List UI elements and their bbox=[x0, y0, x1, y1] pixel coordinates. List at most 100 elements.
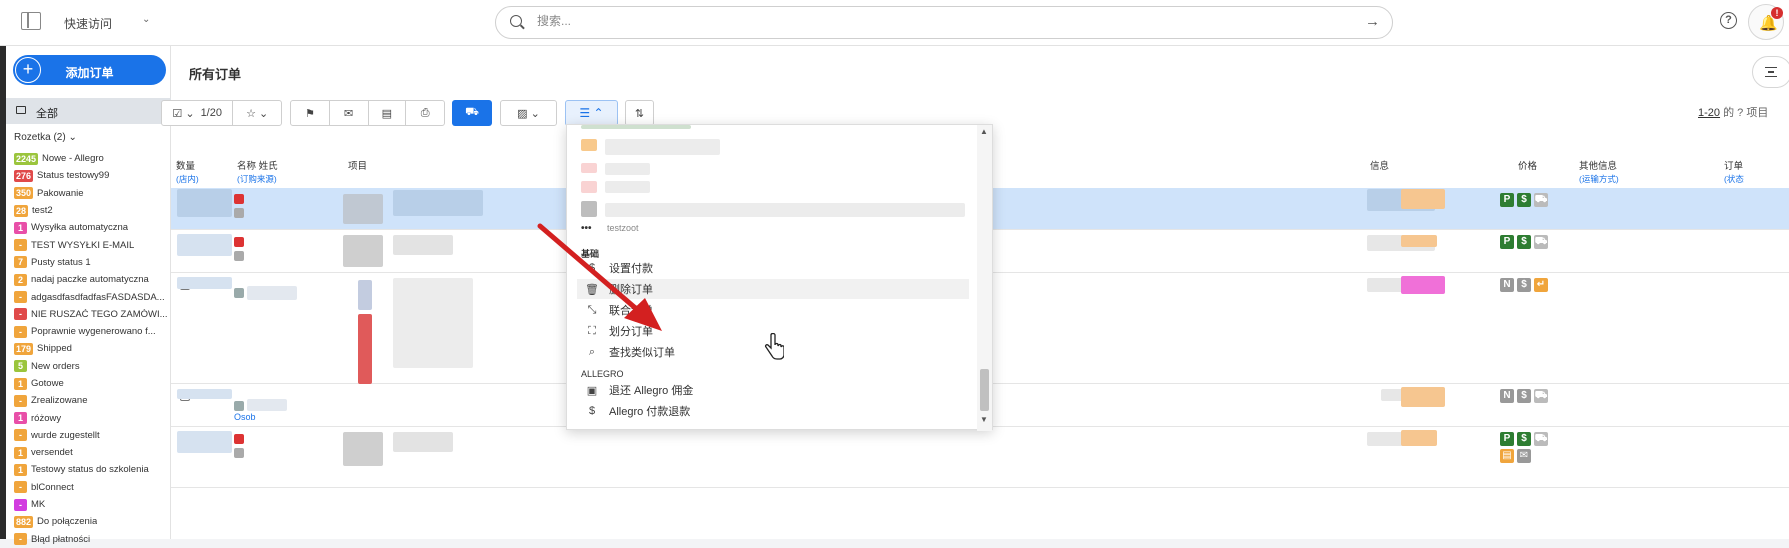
menu-item-set-payment[interactable]: $ 设置付款 bbox=[577, 258, 969, 278]
status-count-badge: - bbox=[14, 239, 27, 252]
sidebar-status-item[interactable]: - wurde zugestellt bbox=[14, 427, 171, 444]
sidebar-status-item[interactable]: 7 Pusty status 1 bbox=[14, 254, 171, 271]
sidebar-status-item[interactable]: - NIE RUSZAĆ TEGO ZAMÓWI... bbox=[14, 306, 171, 323]
person-icon bbox=[234, 401, 244, 411]
status-count-badge: - bbox=[14, 325, 27, 338]
sidebar-status-item[interactable]: 1 różowy bbox=[14, 409, 171, 426]
flag-icon[interactable]: ⚑ bbox=[291, 101, 330, 125]
delete-order-icon: 🗑 bbox=[585, 283, 599, 296]
sidebar-status-item[interactable]: - MK bbox=[14, 496, 171, 513]
blurred-menu-icon bbox=[581, 201, 597, 217]
sidebar-status-item[interactable]: - Poprawnie wygenerowano f... bbox=[14, 323, 171, 340]
sidebar-status-item[interactable]: 2 nadaj paczke automatyczna bbox=[14, 271, 171, 288]
blurred-menu-icon bbox=[581, 139, 597, 151]
actions-toolbar: ⚑ ✉ ▤ ⎙ bbox=[290, 100, 445, 126]
menu-scrollbar[interactable]: ▲ ▼ bbox=[977, 125, 992, 431]
col-items-label: 项目 bbox=[348, 161, 368, 172]
sidebar-status-item[interactable]: 276 Status testowy99 bbox=[14, 167, 171, 184]
panel-toggle-icon[interactable] bbox=[21, 12, 41, 30]
arrow-right-icon[interactable]: → bbox=[1365, 13, 1380, 30]
warehouse-button[interactable]: ▨ ⌄ bbox=[501, 101, 556, 125]
top-bar: 快速访问 ⌄ → ? 🔔 ! bbox=[0, 0, 1789, 46]
product-thumbnail bbox=[343, 194, 383, 224]
mail-badge-icon: ✉ bbox=[1517, 449, 1531, 463]
col-other-label: 其他信息 bbox=[1579, 161, 1618, 172]
print-icon[interactable]: ⎙ bbox=[406, 101, 444, 125]
blurred-shipping bbox=[1401, 235, 1437, 247]
chevron-down-icon[interactable]: ⌄ bbox=[142, 14, 150, 25]
scrollbar-thumb[interactable] bbox=[980, 369, 989, 411]
warehouse-toolbar: ▨ ⌄ bbox=[500, 100, 557, 126]
shipping-button[interactable]: ⛟ bbox=[452, 100, 492, 126]
document-icon[interactable]: ▤ bbox=[369, 101, 407, 125]
more-actions-button[interactable]: ☰ ⌃ bbox=[565, 100, 618, 126]
menu-item-label: Allegro 付款退款 bbox=[609, 406, 691, 418]
sidebar-status-item[interactable]: 882 Do połączenia bbox=[14, 513, 171, 530]
status-label: Poprawnie wygenerowano f... bbox=[31, 326, 156, 338]
filter-button[interactable] bbox=[1752, 56, 1789, 88]
partial-menu-item[interactable]: testzoot bbox=[607, 223, 639, 233]
find-similar-orders-icon: ⌕ bbox=[588, 345, 596, 358]
col-order: 订单 (状态 bbox=[1724, 161, 1744, 185]
col-qty-sub: (店内) bbox=[176, 174, 199, 184]
menu-item-label: 删除订单 bbox=[609, 284, 653, 296]
sidebar-status-item[interactable]: - Zrealizowane bbox=[14, 392, 171, 409]
global-search[interactable]: → bbox=[495, 6, 1393, 39]
buyer-name[interactable]: Osob bbox=[234, 412, 256, 422]
status-group-header[interactable]: Rozetka (2) ⌄ bbox=[14, 132, 77, 143]
sidebar-item-all[interactable]: 全部 bbox=[6, 98, 171, 124]
menu-item-allegro-payment-refund[interactable]: $ Allegro 付款退款 bbox=[577, 401, 969, 421]
split-order-icon: ⛶ bbox=[588, 324, 596, 337]
favorite-button[interactable]: ☆ ⌄ bbox=[233, 101, 281, 125]
sidebar: + 添加订单 全部 Rozetka (2) ⌄ 2245 Nowe - Alleg… bbox=[6, 46, 171, 546]
blurred-menu-item bbox=[581, 125, 691, 129]
blurred-shipping bbox=[1401, 276, 1445, 294]
sort-icon[interactable]: ⇅ bbox=[626, 101, 653, 125]
sidebar-status-item[interactable]: - TEST WYSYŁKI E-MAIL bbox=[14, 236, 171, 253]
select-all-button[interactable]: ☑ ⌄ 1/20 bbox=[162, 101, 234, 125]
sidebar-status-item[interactable]: - blConnect bbox=[14, 479, 171, 496]
col-price: 价格 bbox=[1518, 161, 1537, 173]
document-badge-icon: ▤ bbox=[1500, 449, 1514, 463]
pager-link[interactable]: 1-20 bbox=[1698, 107, 1720, 119]
search-input[interactable] bbox=[537, 14, 1337, 28]
status-label: Status testowy99 bbox=[37, 170, 110, 182]
add-order-button[interactable]: + 添加订单 bbox=[13, 55, 166, 85]
col-qty-label: 数量 bbox=[176, 161, 196, 172]
menu-item-label: 联合订单 bbox=[609, 305, 653, 317]
sidebar-status-item[interactable]: 179 Shipped bbox=[14, 340, 171, 357]
col-qty: 数量 (店内) bbox=[176, 161, 199, 185]
status-label: Testowy status do szkolenia bbox=[31, 464, 149, 476]
status-label: New orders bbox=[31, 360, 80, 372]
section-allegro: ALLEGRO bbox=[581, 369, 624, 379]
table-row[interactable]: P $ ⛟ ▤ ✉ bbox=[171, 428, 1789, 488]
help-icon[interactable]: ? bbox=[1720, 12, 1737, 29]
pager-text: 的 ? 项目 bbox=[1720, 107, 1769, 119]
blurred-qty bbox=[177, 389, 232, 399]
dollar-badge-icon: $ bbox=[1517, 278, 1531, 292]
sidebar-status-item[interactable]: - adgasdfasdfadfasFASDASDA... bbox=[14, 288, 171, 305]
menu-item-delete-order[interactable]: 🗑 删除订单 bbox=[577, 279, 969, 299]
sidebar-status-item[interactable]: 1 Testowy status do szkolenia bbox=[14, 461, 171, 478]
truck-icon: ⛟ bbox=[465, 106, 479, 118]
sidebar-status-item[interactable]: 350 Pakowanie bbox=[14, 185, 171, 202]
sidebar-status-item[interactable]: - Błąd płatności bbox=[14, 531, 171, 548]
quick-access-label[interactable]: 快速访问 bbox=[64, 15, 112, 32]
sidebar-status-item[interactable]: 1 Gotowe bbox=[14, 375, 171, 392]
menu-item-merge-orders[interactable]: ⤡ 联合订单 bbox=[577, 300, 969, 320]
status-count-badge: 276 bbox=[14, 169, 34, 182]
sidebar-status-item[interactable]: 1 versendet bbox=[14, 444, 171, 461]
sidebar-status-item[interactable]: 1 Wysyłka automatyczna bbox=[14, 219, 171, 236]
scroll-down-icon[interactable]: ▼ bbox=[980, 415, 988, 424]
product-thumbnail bbox=[343, 235, 383, 267]
menu-item-refund-allegro-commission[interactable]: ▣ 退还 Allegro 佣金 bbox=[577, 380, 969, 400]
sidebar-status-item[interactable]: 5 New orders bbox=[14, 358, 171, 375]
notifications-button[interactable]: 🔔 ! bbox=[1748, 4, 1784, 40]
scroll-up-icon[interactable]: ▲ bbox=[980, 127, 988, 136]
p-badge-icon: P bbox=[1500, 193, 1514, 207]
set-payment-icon: $ bbox=[588, 262, 596, 274]
allegro-payment-refund-icon: $ bbox=[588, 405, 596, 417]
sidebar-status-item[interactable]: 2245 Nowe - Allegro bbox=[14, 150, 171, 167]
sidebar-status-item[interactable]: 28 test2 bbox=[14, 202, 171, 219]
mail-icon[interactable]: ✉ bbox=[330, 101, 369, 125]
